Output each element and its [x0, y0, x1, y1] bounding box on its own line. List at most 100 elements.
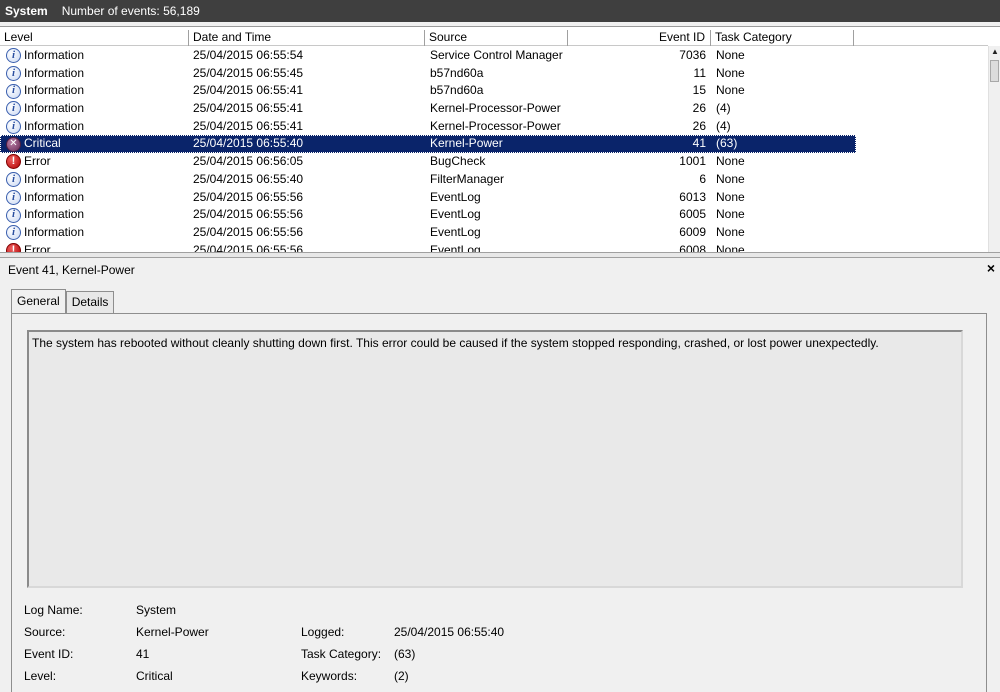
- info-icon: i: [6, 172, 21, 188]
- level-cell: ✕ Critical: [0, 135, 189, 153]
- level-cell: i Information: [0, 82, 189, 100]
- column-header-filler: [854, 30, 988, 46]
- source-cell: EventLog: [430, 224, 481, 239]
- source-cell: Kernel-Power: [430, 136, 503, 151]
- info-icon: i: [6, 66, 21, 82]
- level-text: Information: [24, 189, 85, 204]
- source-value[interactable]: Kernel-Power: [136, 625, 209, 639]
- tab-details[interactable]: Details: [65, 291, 115, 313]
- date-cell: 25/04/2015 06:55:54: [193, 48, 304, 62]
- keywords-value[interactable]: (2): [394, 669, 409, 683]
- info-icon: i: [6, 119, 21, 135]
- event-id-cell: 15: [692, 83, 706, 98]
- table-row[interactable]: ! Error 25/04/2015 06:56:05 BugCheck 1001 Non…: [0, 153, 988, 171]
- table-row[interactable]: i Information 25/04/2015 06:55:41 Kernel-Pr…: [0, 118, 988, 136]
- event-id-cell: 26: [692, 118, 706, 133]
- event-id-cell: 6013: [679, 189, 706, 204]
- date-cell: 25/04/2015 06:55:41: [193, 118, 304, 133]
- task-category-cell: None: [716, 224, 745, 239]
- detail-tabs: General Details: [11, 289, 115, 313]
- table-row[interactable]: i Information 25/04/2015 06:55:41 Kernel-Pr…: [0, 100, 988, 118]
- table-row[interactable]: i Information 25/04/2015 06:55:56 EventLog 6…: [0, 224, 988, 242]
- source-cell: EventLog: [430, 189, 481, 204]
- log-name-value[interactable]: System: [136, 603, 176, 617]
- event-properties: Log Name: System Source: Kernel-Power Lo…: [12, 314, 988, 692]
- table-row[interactable]: i Information 25/04/2015 06:55:56 EventLog 6…: [0, 206, 988, 224]
- event-id-cell: 6005: [679, 207, 706, 222]
- date-cell: 25/04/2015 06:56:05: [193, 154, 304, 169]
- level-cell: i Information: [0, 189, 189, 207]
- task-category-cell: None: [716, 154, 745, 169]
- level-cell: i Information: [0, 47, 189, 65]
- level-text: Information: [24, 118, 85, 133]
- event-id-cell: 7036: [679, 48, 706, 62]
- column-header-event-id[interactable]: Event ID: [568, 30, 711, 46]
- level-label: Level:: [24, 669, 57, 683]
- level-cell: i Information: [0, 118, 189, 136]
- table-row[interactable]: i Information 25/04/2015 06:55:41 b57nd60a 1…: [0, 82, 988, 100]
- source-cell: EventLog: [430, 242, 481, 252]
- tab-general[interactable]: General: [11, 289, 66, 313]
- logged-value[interactable]: 25/04/2015 06:55:40: [394, 625, 504, 639]
- level-text: Information: [24, 224, 85, 239]
- event-id-value[interactable]: 41: [136, 647, 149, 661]
- date-cell: 25/04/2015 06:55:56: [193, 224, 304, 239]
- level-cell: ! Error: [0, 153, 189, 171]
- task-category-cell: None: [716, 48, 745, 62]
- task-category-cell: (4): [716, 101, 731, 116]
- table-row[interactable]: i Information 25/04/2015 06:55:40 FilterMan…: [0, 171, 988, 189]
- detail-title: Event 41, Kernel-Power: [8, 263, 135, 277]
- source-cell: FilterManager: [430, 171, 505, 186]
- task-category-value[interactable]: (63): [394, 647, 415, 661]
- task-category-cell: None: [716, 242, 745, 252]
- log-title-bar: System Number of events: 56,189: [0, 0, 1000, 22]
- keywords-label: Keywords:: [301, 669, 358, 683]
- log-name-label: Log Name:: [24, 603, 83, 617]
- column-header-source[interactable]: Source: [425, 30, 568, 46]
- column-header-level[interactable]: Level: [0, 30, 189, 46]
- table-row[interactable]: ! Error 25/04/2015 06:55:56 EventLog 6008 Non…: [0, 242, 988, 252]
- info-icon: i: [6, 48, 21, 64]
- event-list[interactable]: Level Date and Time Source Event ID Task…: [0, 26, 1000, 252]
- level-cell: i Information: [0, 65, 189, 83]
- task-category-cell: None: [716, 65, 745, 80]
- task-category-cell: None: [716, 83, 745, 98]
- scroll-up-icon[interactable]: ▲: [991, 47, 999, 56]
- column-header-task-category[interactable]: Task Category: [711, 30, 854, 46]
- log-name: System: [5, 4, 48, 18]
- level-text: Information: [24, 65, 85, 80]
- table-row[interactable]: i Information 25/04/2015 06:55:56 EventLog 6…: [0, 189, 988, 207]
- date-cell: 25/04/2015 06:55:41: [193, 101, 304, 116]
- event-id-cell: 41: [692, 136, 706, 151]
- logged-label: Logged:: [301, 625, 345, 639]
- level-cell: i Information: [0, 206, 189, 224]
- table-row[interactable]: i Information 25/04/2015 06:55:54 Service C…: [0, 47, 988, 65]
- close-icon[interactable]: ×: [987, 260, 995, 276]
- table-row[interactable]: ✕ Critical 25/04/2015 06:55:40 Kernel-Power…: [0, 135, 856, 154]
- source-cell: b57nd60a: [430, 65, 484, 80]
- column-header-date[interactable]: Date and Time: [189, 30, 425, 46]
- date-cell: 25/04/2015 06:55:40: [193, 171, 304, 186]
- event-count: Number of events: 56,189: [61, 4, 200, 18]
- event-rows: i Information 25/04/2015 06:55:54 Service C…: [0, 47, 988, 252]
- event-id-cell: 6009: [679, 224, 706, 239]
- table-row[interactable]: i Information 25/04/2015 06:55:45 b57nd60a 1…: [0, 65, 988, 83]
- task-category-cell: None: [716, 207, 745, 222]
- level-text: Critical: [24, 136, 61, 151]
- source-label: Source:: [24, 625, 66, 639]
- task-category-cell: (4): [716, 118, 731, 133]
- column-header-row: Level Date and Time Source Event ID Task…: [0, 30, 988, 46]
- list-scrollbar[interactable]: ▲ ▼: [988, 46, 1000, 252]
- date-cell: 25/04/2015 06:55:56: [193, 207, 304, 222]
- level-text: Information: [24, 171, 85, 186]
- date-cell: 25/04/2015 06:55:56: [193, 189, 304, 204]
- source-cell: Kernel-Processor-Power: [430, 118, 561, 133]
- level-text: Information: [24, 207, 85, 222]
- level-value[interactable]: Critical: [136, 669, 173, 683]
- date-cell: 25/04/2015 06:55:41: [193, 83, 304, 98]
- event-id-cell: 6: [699, 171, 706, 186]
- scroll-thumb[interactable]: [990, 60, 999, 82]
- level-cell: i Information: [0, 171, 189, 189]
- source-cell: b57nd60a: [430, 83, 484, 98]
- info-icon: i: [6, 189, 21, 205]
